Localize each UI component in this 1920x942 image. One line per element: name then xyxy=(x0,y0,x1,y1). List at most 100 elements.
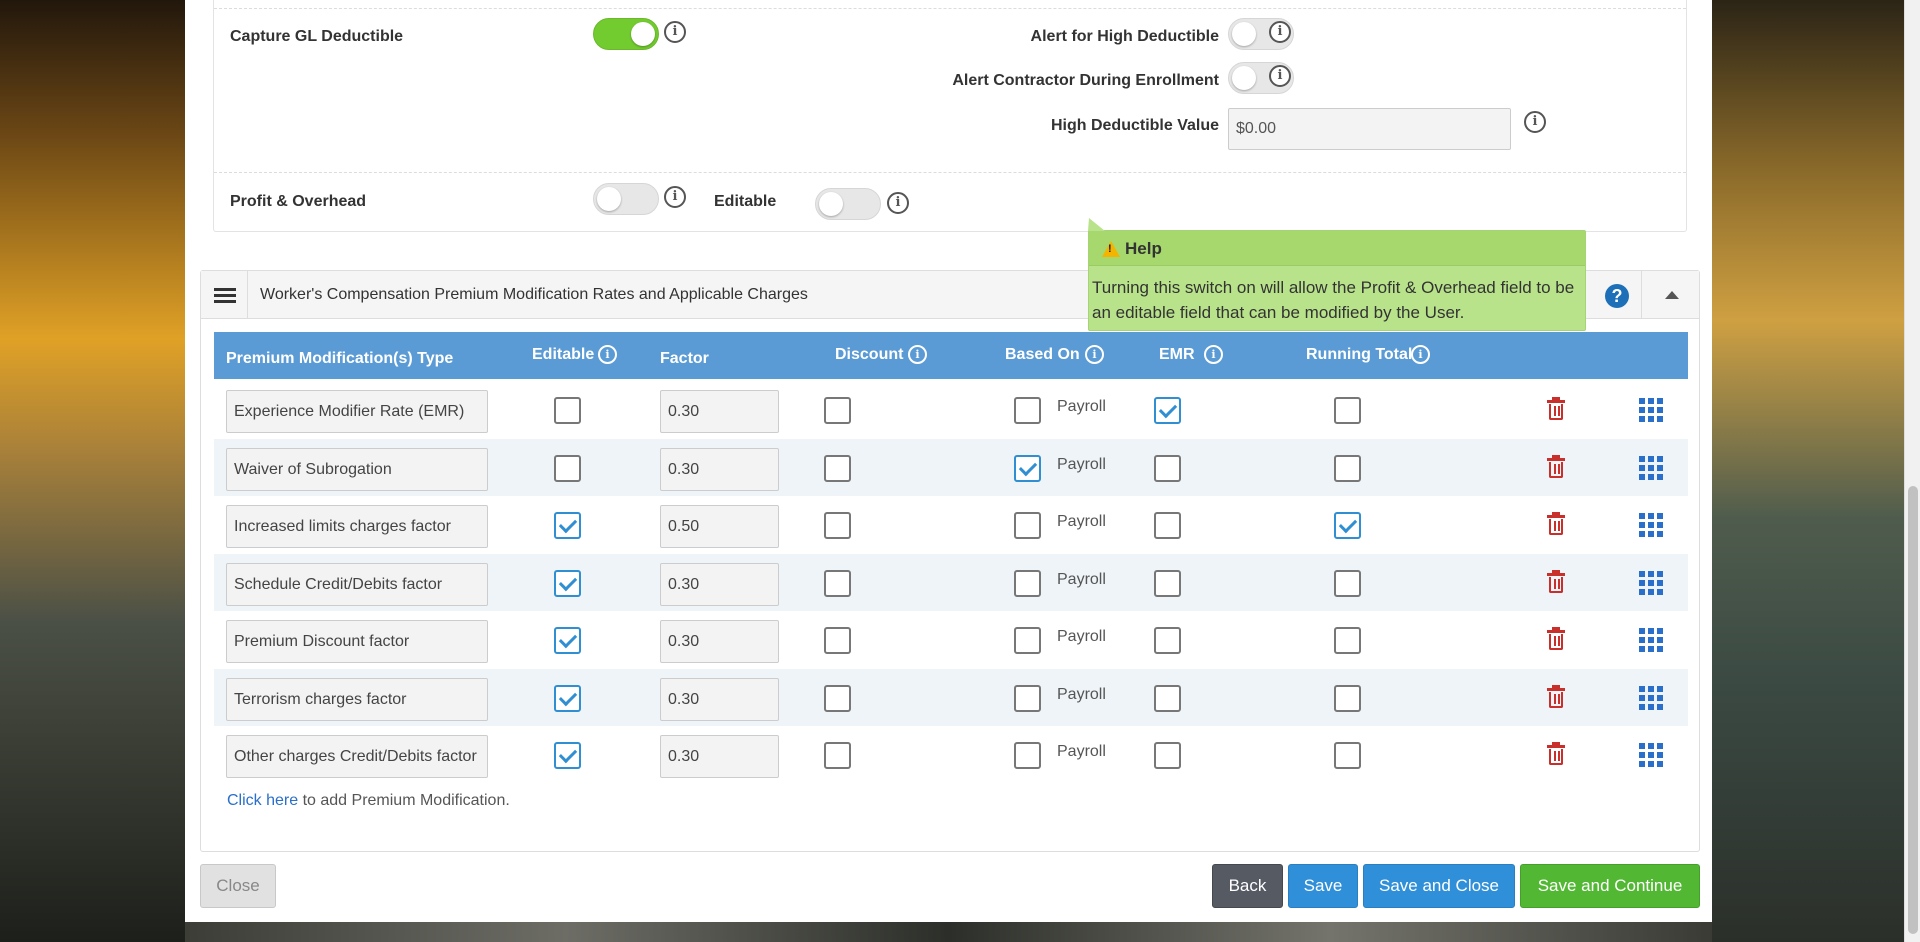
factor-input[interactable]: 0.30 xyxy=(660,735,779,778)
factor-input[interactable]: 0.30 xyxy=(660,562,779,606)
info-icon[interactable]: i xyxy=(887,192,909,214)
factor-input[interactable]: 0.30 xyxy=(660,447,779,491)
trash-icon[interactable] xyxy=(1547,627,1565,651)
editable-checkbox[interactable] xyxy=(554,684,581,712)
based-on-label: Payroll xyxy=(1057,628,1106,645)
col-header-discount: Discount xyxy=(835,346,904,363)
discount-checkbox[interactable] xyxy=(824,397,851,424)
factor-input[interactable]: 0.30 xyxy=(660,620,779,663)
based-on-label: Payroll xyxy=(1057,455,1106,473)
save-and-close-button[interactable]: Save and Close xyxy=(1363,864,1515,908)
scrollbar-thumb[interactable] xyxy=(1908,486,1918,934)
discount-checkbox[interactable] xyxy=(824,684,851,712)
editable-checkbox[interactable] xyxy=(554,742,581,769)
running-total-checkbox[interactable] xyxy=(1334,397,1361,424)
discount-checkbox[interactable] xyxy=(824,512,851,539)
type-input[interactable]: Increased limits charges factor xyxy=(226,505,488,548)
based-on-checkbox[interactable] xyxy=(1014,397,1041,424)
info-icon[interactable]: i xyxy=(664,21,686,43)
type-input[interactable]: Experience Modifier Rate (EMR) xyxy=(226,390,488,433)
background-image-bottom xyxy=(185,922,1712,942)
editable-checkbox[interactable] xyxy=(554,512,581,539)
menu-icon[interactable] xyxy=(201,271,248,319)
help-tooltip: ! Help Turning this switch on will allow… xyxy=(1088,218,1586,331)
info-icon[interactable]: i xyxy=(1411,345,1430,364)
discount-checkbox[interactable] xyxy=(824,569,851,597)
trash-icon[interactable] xyxy=(1547,684,1565,709)
drag-handle-grid-icon[interactable] xyxy=(1639,455,1663,480)
drag-handle-grid-icon[interactable] xyxy=(1639,685,1663,710)
info-icon[interactable]: i xyxy=(1085,345,1104,364)
drag-handle-grid-icon[interactable] xyxy=(1639,743,1663,767)
add-modification-link[interactable]: Click here xyxy=(227,792,298,809)
page-scrollbar[interactable] xyxy=(1904,0,1920,942)
info-icon[interactable]: i xyxy=(1269,65,1291,87)
editable-checkbox[interactable] xyxy=(554,569,581,597)
editable-label: Editable xyxy=(714,193,777,210)
factor-input[interactable]: 0.50 xyxy=(660,505,779,548)
emr-checkbox[interactable] xyxy=(1154,742,1181,769)
save-button[interactable]: Save xyxy=(1288,864,1358,908)
type-input[interactable]: Schedule Credit/Debits factor xyxy=(226,562,488,606)
drag-handle-grid-icon[interactable] xyxy=(1639,570,1663,595)
collapse-button[interactable] xyxy=(1641,271,1700,319)
running-total-checkbox[interactable] xyxy=(1334,684,1361,712)
emr-checkbox[interactable] xyxy=(1154,397,1181,424)
discount-checkbox[interactable] xyxy=(824,742,851,769)
tooltip-title: Help xyxy=(1125,239,1162,258)
editable-checkbox[interactable] xyxy=(554,454,581,482)
discount-checkbox[interactable] xyxy=(824,627,851,654)
based-on-checkbox[interactable] xyxy=(1014,627,1041,654)
factor-input[interactable]: 0.30 xyxy=(660,677,779,721)
info-icon[interactable]: i xyxy=(1269,21,1291,43)
running-total-checkbox[interactable] xyxy=(1334,454,1361,482)
editable-checkbox[interactable] xyxy=(554,397,581,424)
based-on-checkbox[interactable] xyxy=(1014,512,1041,539)
help-icon[interactable]: ? xyxy=(1605,284,1629,308)
trash-icon[interactable] xyxy=(1547,454,1565,479)
drag-handle-grid-icon[interactable] xyxy=(1639,398,1663,422)
back-button[interactable]: Back xyxy=(1212,864,1283,908)
type-input[interactable]: Terrorism charges factor xyxy=(226,677,488,721)
emr-checkbox[interactable] xyxy=(1154,684,1181,712)
toggle-knob xyxy=(631,22,655,46)
save-and-continue-button[interactable]: Save and Continue xyxy=(1520,864,1700,908)
trash-icon[interactable] xyxy=(1547,742,1565,766)
drag-handle-grid-icon[interactable] xyxy=(1639,513,1663,537)
emr-checkbox[interactable] xyxy=(1154,512,1181,539)
trash-icon[interactable] xyxy=(1547,512,1565,536)
drag-handle-grid-icon[interactable] xyxy=(1639,628,1663,652)
type-input[interactable]: Other charges Credit/Debits factor xyxy=(226,735,488,778)
based-on-checkbox[interactable] xyxy=(1014,684,1041,712)
type-input[interactable]: Waiver of Subrogation xyxy=(226,447,488,491)
trash-icon[interactable] xyxy=(1547,569,1565,594)
table-row: Experience Modifier Rate (EMR) 0.30 Payrol… xyxy=(214,381,1688,438)
running-total-checkbox[interactable] xyxy=(1334,569,1361,597)
info-icon[interactable]: i xyxy=(1204,345,1223,364)
info-icon[interactable]: i xyxy=(908,345,927,364)
factor-input[interactable]: 0.30 xyxy=(660,390,779,433)
info-icon[interactable]: i xyxy=(1524,111,1546,133)
running-total-checkbox[interactable] xyxy=(1334,512,1361,539)
based-on-checkbox[interactable] xyxy=(1014,454,1041,482)
running-total-checkbox[interactable] xyxy=(1334,742,1361,769)
emr-checkbox[interactable] xyxy=(1154,454,1181,482)
warning-icon-mark: ! xyxy=(1108,243,1112,255)
info-icon[interactable]: i xyxy=(598,345,617,364)
editable-checkbox[interactable] xyxy=(554,627,581,654)
profit-overhead-toggle[interactable] xyxy=(593,183,659,215)
trash-icon[interactable] xyxy=(1547,397,1565,421)
based-on-checkbox[interactable] xyxy=(1014,742,1041,769)
info-icon[interactable]: i xyxy=(664,186,686,208)
capture-gl-toggle[interactable] xyxy=(593,18,659,50)
emr-checkbox[interactable] xyxy=(1154,627,1181,654)
capture-gl-label: Capture GL Deductible xyxy=(230,28,404,45)
based-on-checkbox[interactable] xyxy=(1014,569,1041,597)
running-total-checkbox[interactable] xyxy=(1334,627,1361,654)
discount-checkbox[interactable] xyxy=(824,454,851,482)
high-deductible-value-input[interactable]: $0.00 xyxy=(1228,108,1511,150)
type-input[interactable]: Premium Discount factor xyxy=(226,620,488,663)
close-button[interactable]: Close xyxy=(200,864,276,908)
emr-checkbox[interactable] xyxy=(1154,569,1181,597)
profit-editable-toggle[interactable] xyxy=(815,188,881,220)
